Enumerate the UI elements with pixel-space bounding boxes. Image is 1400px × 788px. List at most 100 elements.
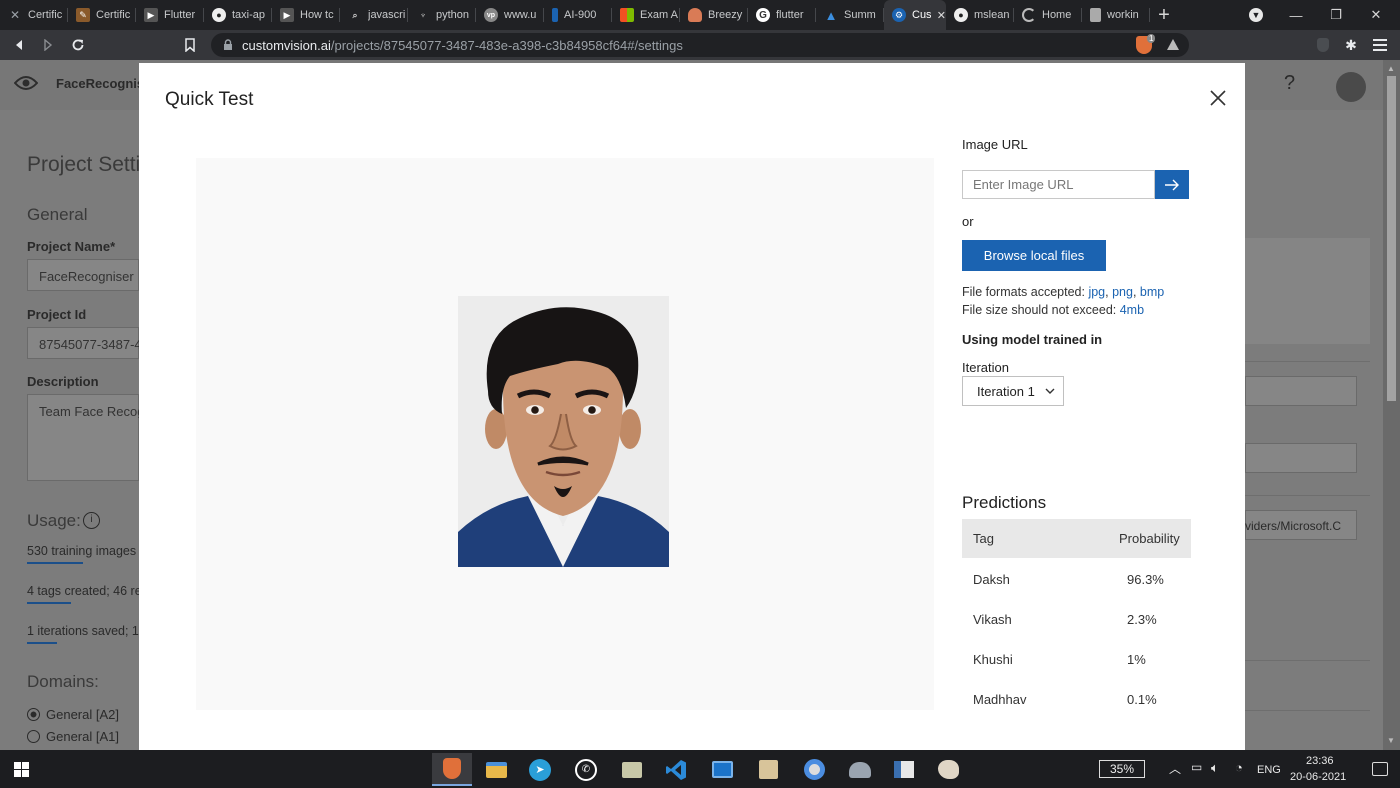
omnibox[interactable]: customvision.ai/projects/87545077-3487-4…: [211, 33, 1189, 57]
browser-tab[interactable]: ▲ Summ: [816, 0, 884, 30]
certificate-icon: ✎: [76, 8, 90, 22]
project-id-field[interactable]: 87545077-3487-4: [27, 327, 142, 359]
avatar[interactable]: [1336, 72, 1366, 102]
telegram-icon[interactable]: ➤: [520, 753, 560, 786]
close-window-icon[interactable]: ✕: [1356, 0, 1396, 30]
browser-tab[interactable]: Gflutter: [748, 0, 816, 30]
browser-tab[interactable]: Home: [1014, 0, 1082, 30]
address-bar-row: customvision.ai/projects/87545077-3487-4…: [0, 30, 1400, 60]
youtube-icon: ▶: [144, 8, 158, 22]
vscode-icon[interactable]: [656, 753, 696, 786]
column-header-tag: Tag: [973, 531, 994, 546]
custom-vision-icon: ⚙: [892, 8, 906, 22]
github-icon: ●: [954, 8, 968, 22]
page-scrollbar[interactable]: ▲ ▼: [1383, 60, 1400, 750]
browser-tab[interactable]: Breezy: [680, 0, 748, 30]
right-field[interactable]: [1245, 443, 1357, 473]
new-tab-plus-icon[interactable]: +: [1150, 0, 1178, 30]
app-icon[interactable]: [840, 753, 880, 786]
language-indicator[interactable]: ENG: [1257, 764, 1281, 776]
restore-icon[interactable]: ❐: [1316, 0, 1356, 30]
brave-browser-icon[interactable]: [432, 753, 472, 786]
browser-tab[interactable]: ✕ Certific: [0, 0, 68, 30]
description-field[interactable]: Team Face Recog: [27, 394, 145, 481]
prediction-row: Vikash 2.3%: [973, 612, 1157, 627]
url-text[interactable]: customvision.ai/projects/87545077-3487-4…: [242, 38, 683, 53]
submit-url-button[interactable]: [1155, 170, 1189, 199]
app-icon[interactable]: [612, 753, 652, 786]
browser-tab[interactable]: AI-900: [544, 0, 612, 30]
show-hidden-icons-icon[interactable]: ︿: [1169, 760, 1181, 777]
image-url-input[interactable]: [962, 170, 1155, 199]
browser-tab-active[interactable]: ⚙ Cus ✕: [884, 0, 946, 30]
right-field[interactable]: viders/Microsoft.C: [1245, 510, 1357, 540]
extensions-icon[interactable]: ✱: [1341, 35, 1361, 55]
predictions-header-row: Tag Probability: [962, 519, 1191, 558]
iteration-dropdown[interactable]: Iteration 1: [962, 376, 1064, 406]
right-field[interactable]: [1245, 376, 1357, 406]
scroll-up-icon[interactable]: ▲: [1387, 64, 1395, 73]
volume-icon[interactable]: 🔈︎: [1211, 760, 1219, 776]
dialog-title: Quick Test: [165, 89, 254, 110]
project-name-field[interactable]: FaceRecogniser: [27, 259, 139, 291]
vpn-icon[interactable]: [1313, 35, 1333, 55]
back-icon[interactable]: [9, 35, 29, 55]
prediction-row: Madhhav 0.1%: [973, 692, 1157, 707]
radio-selected[interactable]: [27, 708, 40, 721]
brave-rewards-icon[interactable]: [1166, 38, 1180, 51]
browser-tab[interactable]: ● mslean: [946, 0, 1014, 30]
network-icon[interactable]: ▭: [1191, 760, 1202, 774]
browser-tab[interactable]: ▶ How tc: [272, 0, 340, 30]
reload-icon[interactable]: [68, 35, 88, 55]
browser-tab[interactable]: ♆ python: [408, 0, 476, 30]
scrollbar-thumb[interactable]: [1387, 76, 1396, 401]
battery-indicator[interactable]: 35%: [1099, 760, 1145, 778]
browser-tab[interactable]: workin: [1082, 0, 1150, 30]
bookmark-icon[interactable]: [180, 35, 200, 55]
youtube-icon: ▶: [280, 8, 294, 22]
iteration-label: Iteration: [962, 360, 1009, 375]
whatsapp-icon[interactable]: ✆: [566, 753, 606, 786]
scroll-down-icon[interactable]: ▼: [1387, 736, 1395, 745]
browser-tab[interactable]: vp www.u: [476, 0, 544, 30]
github-icon: ●: [212, 8, 226, 22]
right-divider: [1245, 495, 1370, 496]
info-icon[interactable]: i: [83, 512, 100, 529]
browser-tab[interactable]: Exam A: [612, 0, 680, 30]
remote-desktop-icon[interactable]: [702, 753, 742, 786]
usage-tags: 4 tags created; 46 re: [27, 584, 142, 598]
clock-time[interactable]: 23:36: [1306, 755, 1334, 767]
browser-tab[interactable]: ● taxi-ap: [204, 0, 272, 30]
notifications-icon[interactable]: [1372, 762, 1388, 776]
shield-badge: 1: [1147, 34, 1156, 43]
radio-unselected[interactable]: [27, 730, 40, 743]
menu-icon[interactable]: [1370, 35, 1390, 55]
model-label: Using model trained in: [962, 332, 1103, 347]
browse-local-files-button[interactable]: Browse local files: [962, 240, 1106, 271]
browser-tab[interactable]: ▶ Flutter: [136, 0, 204, 30]
prediction-row: Khushi 1%: [973, 652, 1146, 667]
chevron-down-icon: [1045, 388, 1055, 394]
arrow-right-icon: [1165, 179, 1179, 190]
browser-tab-strip: ✕ Certific ✎ Certific ▶ Flutter ● taxi-ap ▶ H…: [0, 0, 1400, 30]
chrome-icon[interactable]: [794, 753, 834, 786]
browser-tab[interactable]: ⌕ javascri: [340, 0, 408, 30]
app-icon[interactable]: [884, 753, 924, 786]
paint-icon[interactable]: [928, 753, 968, 786]
file-explorer-icon[interactable]: [476, 753, 516, 786]
tab-close-icon[interactable]: ✕: [937, 9, 946, 22]
wifi-icon[interactable]: ◔: [1235, 760, 1243, 775]
tab-search-icon[interactable]: ▼: [1236, 0, 1276, 30]
page-title: Project Setti: [27, 153, 141, 176]
close-icon[interactable]: [1207, 87, 1229, 109]
loading-icon: [1022, 8, 1036, 22]
browser-tab[interactable]: ✎ Certific: [68, 0, 136, 30]
clock-date[interactable]: 20-06-2021: [1290, 771, 1346, 783]
forward-icon[interactable]: [38, 35, 58, 55]
help-icon[interactable]: ?: [1284, 72, 1295, 95]
minimize-icon[interactable]: —: [1276, 0, 1316, 30]
sticky-notes-icon[interactable]: [748, 753, 788, 786]
windows-start-icon[interactable]: [0, 753, 42, 786]
domains-heading: Domains:: [27, 672, 99, 691]
project-name-label: Project Name*: [27, 239, 116, 254]
